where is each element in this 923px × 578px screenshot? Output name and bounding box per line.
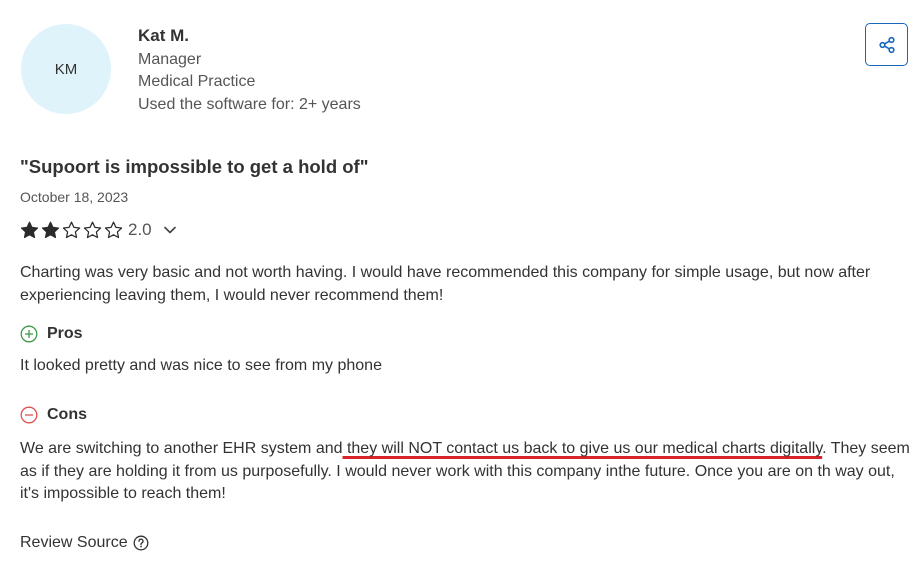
cons-text-start: We are switching to another EHR system a… xyxy=(20,440,343,457)
star-empty-icon xyxy=(104,221,123,239)
reviewer-role: Manager xyxy=(138,50,202,68)
pros-heading: Pros xyxy=(20,325,83,343)
cons-label: Cons xyxy=(47,406,87,423)
chevron-down-icon[interactable] xyxy=(163,226,176,234)
review-summary: Charting was very basic and not worth ha… xyxy=(20,264,871,304)
review-date: October 18, 2023 xyxy=(20,189,129,205)
reviewer-industry: Medical Practice xyxy=(138,73,256,90)
cons-text-highlight: they will NOT contact us back to give us… xyxy=(342,440,823,457)
avatar-initials: KM xyxy=(54,60,78,78)
review-source-link[interactable]: Review Source xyxy=(20,534,149,552)
question-circle-icon[interactable] xyxy=(133,535,149,551)
share-button[interactable] xyxy=(865,23,908,66)
pros-text: It looked pretty and was nice to see fro… xyxy=(20,357,382,374)
star-rating xyxy=(20,221,125,239)
rating-value: 2.0 xyxy=(128,220,152,239)
reviewer-name: Kat M. xyxy=(138,26,189,45)
avatar: KM xyxy=(21,24,111,114)
star-empty-icon xyxy=(83,221,102,239)
star-empty-icon xyxy=(62,221,81,239)
star-filled-icon xyxy=(41,221,60,239)
pros-label: Pros xyxy=(47,325,83,342)
review-title: "Supoort is impossible to get a hold of" xyxy=(20,156,369,177)
reviewer-usage: Used the software for: 2+ years xyxy=(138,95,361,113)
minus-circle-icon xyxy=(20,406,38,424)
share-icon xyxy=(878,36,896,54)
plus-circle-icon xyxy=(20,325,38,343)
reviewer-info: Kat M. Manager Medical Practice Used the… xyxy=(138,25,361,116)
rating: 2.0 xyxy=(20,219,176,241)
cons-text: We are switching to another EHR system a… xyxy=(20,438,915,506)
review-source-label: Review Source xyxy=(20,534,128,551)
star-filled-icon xyxy=(20,221,39,239)
cons-heading: Cons xyxy=(20,406,87,424)
